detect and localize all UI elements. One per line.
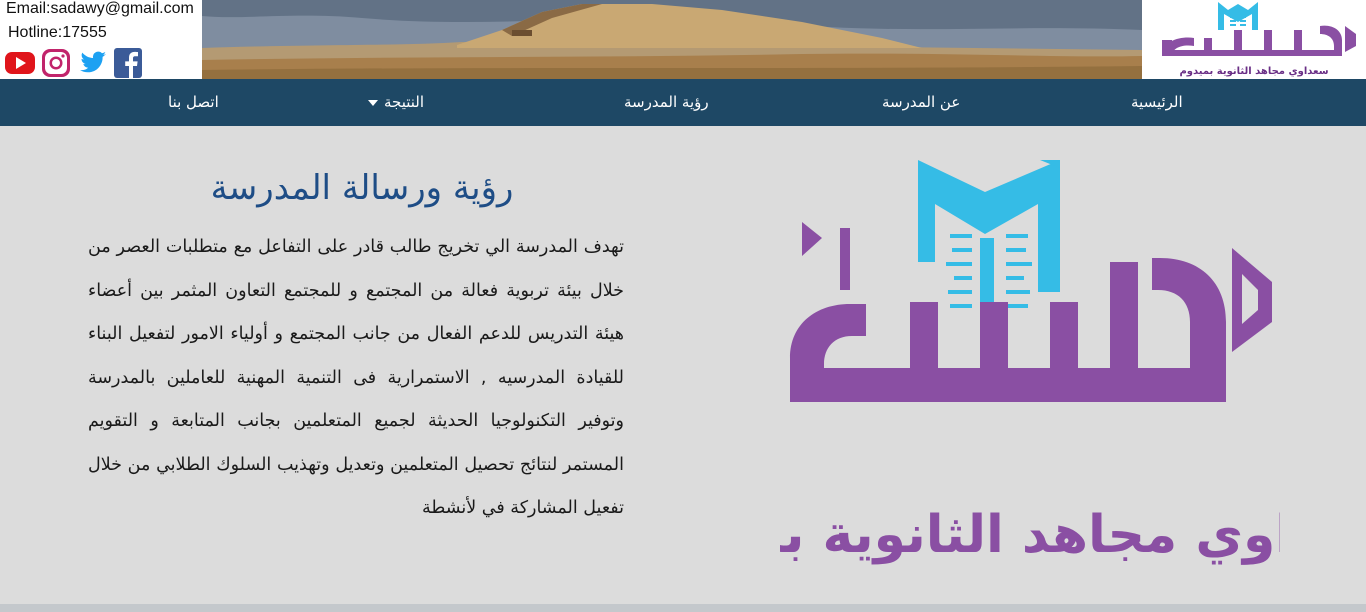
contact-email[interactable]: Email:sadawy@gmail.com bbox=[6, 0, 194, 18]
social-links bbox=[4, 48, 144, 78]
header-logo-subtitle: سعداوي مجاهد الثانوية بميدوم bbox=[1179, 66, 1328, 77]
header-logo[interactable]: سعداوي مجاهد الثانوية بميدوم bbox=[1142, 0, 1366, 79]
site-header: Email:sadawy@gmail.com Hotline:17555 سعد… bbox=[0, 0, 1366, 79]
youtube-icon[interactable] bbox=[4, 48, 36, 78]
nav-about[interactable]: عن المدرسة bbox=[882, 79, 960, 126]
nav-vision[interactable]: رؤية المدرسة bbox=[624, 79, 709, 126]
contact-info: Email:sadawy@gmail.com Hotline:17555 bbox=[0, 0, 202, 79]
header-banner-image bbox=[202, 0, 1142, 79]
nav-contact[interactable]: اتصل بنا bbox=[168, 79, 219, 126]
twitter-icon[interactable] bbox=[76, 48, 108, 78]
nav-result-dropdown[interactable]: النتيجة bbox=[368, 79, 424, 126]
main-content: رؤية ورسالة المدرسة تهدف المدرسة الي تخر… bbox=[0, 126, 1366, 604]
school-logo-subtitle: سعداوي مجاهد الثانوية بميدوم bbox=[780, 505, 1280, 565]
nav-result-label: النتيجة bbox=[384, 93, 425, 111]
contact-hotline: Hotline:17555 bbox=[8, 24, 107, 41]
nav-home[interactable]: الرئيسية bbox=[1131, 79, 1183, 126]
footer-strip bbox=[0, 604, 1366, 612]
school-logo: سعداوي مجاهد الثانوية بميدوم bbox=[780, 160, 1280, 565]
main-navigation: الرئيسية عن المدرسة رؤية المدرسة النتيجة… bbox=[0, 79, 1366, 126]
facebook-icon[interactable] bbox=[112, 48, 144, 78]
page-heading: رؤية ورسالة المدرسة bbox=[210, 168, 514, 208]
instagram-icon[interactable] bbox=[40, 48, 72, 78]
vision-paragraph: تهدف المدرسة الي تخريج طالب قادر على الت… bbox=[88, 237, 624, 518]
caret-down-icon bbox=[368, 99, 378, 106]
